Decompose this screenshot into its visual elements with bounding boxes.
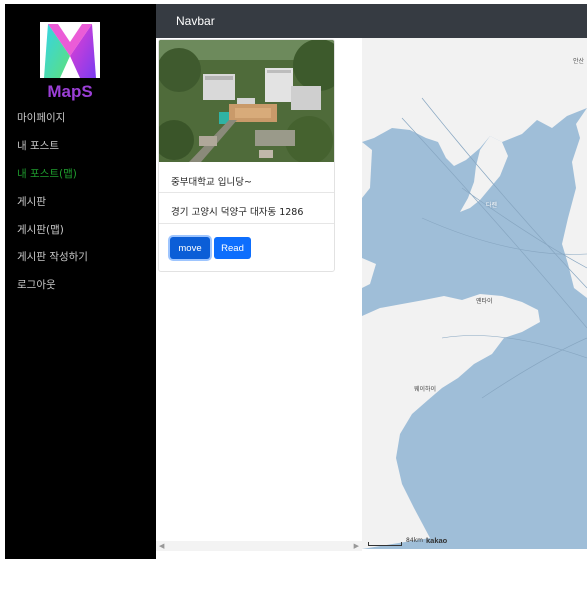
sidebar-item-write-post[interactable]: 게시판 작성하기 [17, 249, 88, 264]
maps-logo[interactable]: MapS [38, 20, 102, 101]
map-scale-text: 84km [406, 537, 423, 544]
logo-m-icon [40, 22, 100, 78]
map-label-top-right: 안산 [573, 58, 585, 65]
logo-text: MapS [47, 82, 93, 101]
post-photo [159, 40, 334, 162]
move-button[interactable]: move [170, 237, 210, 259]
sidebar: MapS 마이페이지 내 포스트 내 포스트(맵) 게시판 게시판(맵) 게시판… [5, 4, 156, 559]
post-title: 중부대학교 입니당~ [171, 177, 252, 188]
map-label-yantai: 옌타이 [476, 298, 493, 305]
map-label-weihai: 웨이하이 [414, 386, 437, 393]
scroll-left-icon[interactable]: ◀ [159, 541, 164, 551]
read-button[interactable]: Read [214, 237, 251, 259]
map-label-dalian: 다롄 [486, 202, 498, 209]
sidebar-item-my-posts-map[interactable]: 내 포스트(맵) [17, 166, 77, 181]
card-divider [159, 223, 334, 224]
post-address: 경기 고양시 덕양구 대자동 1286 [171, 207, 304, 218]
sidebar-item-board-map[interactable]: 게시판(맵) [17, 222, 64, 237]
sidebar-item-board[interactable]: 게시판 [17, 194, 46, 209]
post-card: 중부대학교 입니당~ 경기 고양시 덕양구 대자동 1286 move Read [158, 39, 335, 272]
scroll-right-icon[interactable]: ▶ [354, 541, 359, 551]
top-navbar: Navbar [156, 4, 587, 38]
sidebar-item-my-posts[interactable]: 내 포스트 [17, 138, 59, 153]
horizontal-scrollbar[interactable]: ◀ ▶ [156, 541, 362, 551]
kakao-logo: kakao [426, 536, 448, 545]
sidebar-item-mypage[interactable]: 마이페이지 [17, 110, 65, 125]
map-view[interactable]: 안산 다롄 옌타이 웨이하이 84km kakao [362, 38, 587, 549]
map-canvas[interactable] [362, 38, 587, 549]
card-divider [159, 192, 334, 193]
post-list-pane: 중부대학교 입니당~ 경기 고양시 덕양구 대자동 1286 move Read… [156, 38, 362, 559]
navbar-brand[interactable]: Navbar [176, 14, 215, 28]
sidebar-item-logout[interactable]: 로그아웃 [17, 277, 56, 292]
map-scale-bar [368, 542, 402, 546]
